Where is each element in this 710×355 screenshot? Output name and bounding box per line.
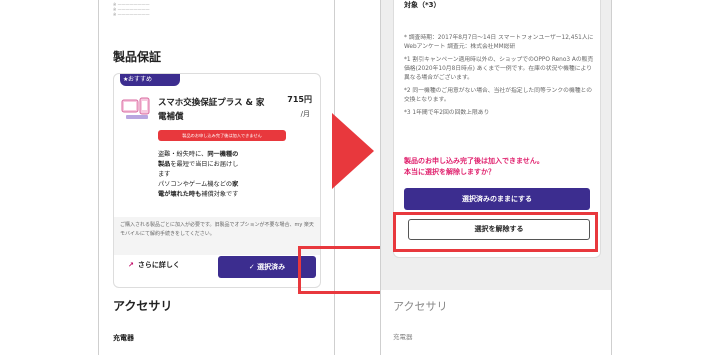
accessory-title: アクセサリ (393, 300, 448, 313)
arrow-right-icon (332, 113, 374, 189)
keep-selected-button[interactable]: 選択済みのままにする (404, 188, 590, 210)
star-icon: ★ (123, 76, 129, 83)
more-details-label: さらに詳しく (137, 261, 180, 269)
warning-pill: 製品のお申し込み完了後は加入できません (158, 130, 286, 141)
product-description: 盗難・紛失時に、同一機種の 製品を最短で当日にお届けし ます パソコンやゲーム機… (158, 150, 278, 200)
charger-label: 充電器 (393, 333, 413, 341)
warning-line: 製品のお申し込み完了後は加入できません。 (404, 157, 544, 165)
price-unit: /月 (300, 110, 310, 118)
footnote: *1 割引キャンペーン適用時以外の、ショップでのOPPO Reno3 Aの販売価… (404, 57, 594, 81)
footnote: *2 同一機種のご用意がない場合、当社が指定した同等ランクの機種との交換となりま… (404, 88, 593, 103)
left-phone-screen: ※ ———————— ※ ———————— ※ ———————— 製品保証 ★ … (98, 0, 335, 355)
product-name: スマホ交換保証プラス & 家電補償 (158, 98, 265, 122)
top-fine-print: ※ ———————— ※ ———————— ※ ———————— (113, 2, 150, 17)
product-warranty-title: 製品保証 (113, 50, 162, 64)
description-line: パソコンやゲーム機などの家 (158, 181, 239, 188)
check-icon: ✓ (248, 263, 258, 271)
footnote: * 調査時期：2017年8月7日〜14日 スマートフォンユーザー12,451人に… (404, 35, 594, 50)
warranty-option-card[interactable]: ★ おすすめ スマホ交換保証プラス & 家電補償 715円 /月 製品のお申し込… (113, 73, 321, 288)
more-details-link[interactable]: ↗ さらに詳しく (128, 260, 180, 270)
description-line: 盗難・紛失時に、同一機種の (158, 151, 239, 158)
accessory-title: アクセサリ (113, 299, 173, 313)
description-line: 製品を最短で当日にお届けし (158, 161, 239, 168)
description-line: 電が壊れた時も補償対象です (158, 191, 239, 198)
external-link-icon: ↗ (128, 261, 134, 269)
right-phone-screen: 対象（*3） * 調査時期：2017年8月7日〜14日 スマートフォンユーザー1… (380, 0, 612, 355)
modal-warning: 製品のお申し込み完了後は加入できません。 本当に選択を解除しますか？ (404, 156, 594, 178)
selected-button-label: 選択済み (257, 263, 286, 271)
charger-label: 充電器 (113, 334, 134, 342)
recommended-badge: ★ おすすめ (120, 74, 180, 86)
card-note: ご購入される製品ごとに加入が必要です。旧製品でオプションが不要な場合、my 楽天… (114, 217, 320, 255)
warning-line: 本当に選択を解除しますか？ (404, 168, 495, 176)
highlight-deselect-button (393, 212, 598, 252)
fine-print-line: ※ ———————— (113, 12, 150, 17)
footnote: *3 1年間で年2回の回数上限あり (404, 110, 490, 116)
modal-top-text: 対象（*3） (404, 1, 441, 9)
description-line: ます (158, 171, 171, 178)
price: 715円 (287, 95, 312, 104)
footnotes: * 調査時期：2017年8月7日〜14日 スマートフォンユーザー12,451人に… (404, 34, 594, 122)
recommended-label: おすすめ (128, 76, 153, 83)
devices-icon (121, 97, 150, 119)
